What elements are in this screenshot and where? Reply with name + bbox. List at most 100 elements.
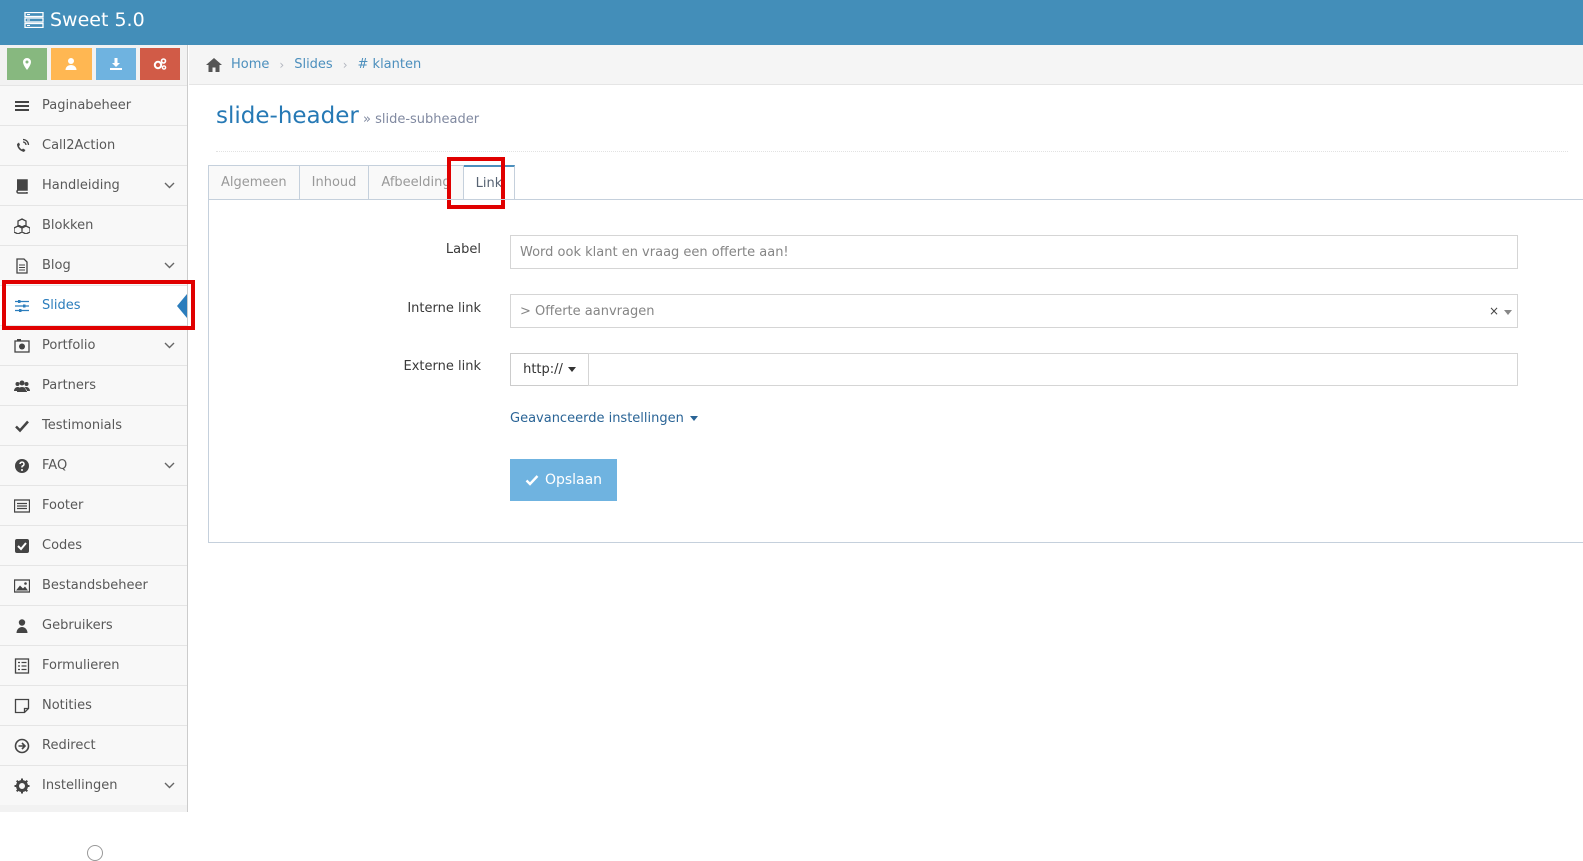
protocol-value: http:// [523, 362, 563, 377]
tab-inhoud[interactable]: Inhoud [299, 165, 370, 200]
sliders-icon [12, 296, 32, 316]
external-link-input[interactable] [588, 353, 1518, 386]
breadcrumb-slides[interactable]: Slides [294, 57, 333, 72]
sidebar-item-call2action[interactable]: Call2Action [0, 125, 187, 165]
sidebar-item-blokken[interactable]: Blokken [0, 205, 187, 245]
check-icon [525, 475, 539, 486]
sidebar-item-bestandsbeheer[interactable]: Bestandsbeheer [0, 565, 187, 605]
breadcrumb-home[interactable]: Home [231, 57, 269, 72]
download-icon [109, 58, 122, 70]
check-icon [12, 416, 32, 436]
list-form-icon [12, 656, 32, 676]
sidebar-item-redirect[interactable]: Redirect [0, 725, 187, 765]
arrow-circle-right-icon [12, 736, 32, 756]
internal-link-select[interactable]: > Offerte aanvragen × [510, 294, 1518, 328]
breadcrumb-separator: › [342, 57, 348, 72]
breadcrumb-separator: › [279, 57, 285, 72]
breadcrumb: Home › Slides › # klanten [189, 45, 1583, 85]
sidebar: Paginabeheer Call2Action Handleiding Blo… [0, 45, 188, 861]
sticky-note-icon [12, 696, 32, 716]
sidebar-item-gebruikers[interactable]: Gebruikers [0, 605, 187, 645]
sidebar-collapse-toggle[interactable] [87, 845, 103, 861]
sidebar-item-label: Slides [42, 298, 81, 313]
tab-algemeen[interactable]: Algemeen [208, 165, 300, 200]
external-link-label: Externe link [403, 359, 481, 374]
user-icon [65, 58, 77, 70]
tab-afbeelding[interactable]: Afbeelding [369, 165, 464, 200]
tab-link[interactable]: Link [463, 165, 516, 200]
chevron-down-icon [164, 182, 175, 189]
chevron-down-icon [164, 462, 175, 469]
sidebar-item-label: Paginabeheer [42, 98, 132, 113]
top-navbar: Sweet 5.0 [0, 0, 1583, 45]
sidebar-item-label: Blog [42, 258, 71, 273]
map-marker-icon [23, 58, 32, 70]
sidebar-item-slides[interactable]: Slides [0, 285, 187, 325]
page-subtitle: slide-subheader [375, 112, 480, 127]
sidebar-item-label: Instellingen [42, 778, 118, 793]
sidebar-item-handleiding[interactable]: Handleiding [0, 165, 187, 205]
sidebar-item-label: Testimonials [42, 418, 123, 433]
cubes-icon [12, 216, 32, 236]
sidebar-item-label: Bestandsbeheer [42, 578, 148, 593]
sidebar-item-label: Gebruikers [42, 618, 113, 633]
sidebar-item-formulieren[interactable]: Formulieren [0, 645, 187, 685]
sidebar-item-codes[interactable]: Codes [0, 525, 187, 565]
page-subtitle-separator: » [362, 112, 371, 127]
protocol-dropdown-button[interactable]: http:// [510, 353, 589, 386]
advanced-settings-toggle[interactable]: Geavanceerde instellingen [510, 411, 698, 426]
sidebar-item-partners[interactable]: Partners [0, 365, 187, 405]
caret-down-icon [567, 367, 576, 372]
image-icon [12, 576, 32, 596]
home-icon [206, 57, 222, 72]
page-title: slide-header [216, 103, 359, 129]
sidebar-item-paginabeheer[interactable]: Paginabeheer [0, 85, 187, 125]
chevron-down-icon [164, 782, 175, 789]
sidebar-item-instellingen[interactable]: Instellingen [0, 765, 187, 805]
save-button-label: Opslaan [544, 472, 603, 488]
check-square-icon [12, 536, 32, 556]
sidebar-item-label: Redirect [42, 738, 96, 753]
shortcut-user-button[interactable] [51, 48, 92, 80]
phone-volume-icon [12, 136, 32, 156]
sidebar-item-footer[interactable]: Footer [0, 485, 187, 525]
internal-link-selected: > Offerte aanvragen [520, 303, 655, 319]
sidebar-item-label: Portfolio [42, 338, 96, 353]
sidebar-item-notities[interactable]: Notities [0, 685, 187, 725]
sidebar-item-label: Codes [42, 538, 83, 553]
sidebar-item-testimonials[interactable]: Testimonials [0, 405, 187, 445]
shortcut-settings-button[interactable] [139, 48, 180, 80]
sidebar-item-label: Partners [42, 378, 97, 393]
clear-selection-icon[interactable]: × [1489, 304, 1499, 318]
sidebar-item-label: Footer [42, 498, 84, 513]
breadcrumb-current[interactable]: # klanten [358, 57, 422, 72]
sidebar-item-faq[interactable]: FAQ [0, 445, 187, 485]
label-input[interactable]: Word ook klant en vraag een offerte aan! [510, 235, 1518, 269]
save-button[interactable]: Opslaan [510, 459, 617, 501]
camera-icon [12, 336, 32, 356]
app-title: Sweet 5.0 [50, 9, 145, 31]
sidebar-item-label: Notities [42, 698, 92, 713]
tab-bar: Algemeen Inhoud Afbeelding Link [208, 165, 516, 200]
user-icon [12, 616, 32, 636]
sidebar-shortcuts [0, 45, 187, 85]
page-header: slide-header » slide-subheader [216, 103, 1568, 152]
label-field-label: Label [445, 242, 481, 257]
internal-link-label: Interne link [407, 301, 481, 316]
server-icon [24, 12, 44, 28]
shortcut-location-button[interactable] [7, 48, 48, 80]
sidebar-item-blog[interactable]: Blog [0, 245, 187, 285]
brand[interactable]: Sweet 5.0 [24, 9, 145, 31]
chevron-down-icon [164, 262, 175, 269]
sidebar-item-label: Call2Action [42, 138, 116, 153]
file-text-icon [12, 256, 32, 276]
sidebar-item-label: Formulieren [42, 658, 120, 673]
book-icon [12, 176, 32, 196]
select-caret-icon[interactable] [1504, 310, 1512, 315]
question-circle-icon [12, 456, 32, 476]
cog-icon [12, 776, 32, 796]
sidebar-item-label: Blokken [42, 218, 94, 233]
sidebar-item-portfolio[interactable]: Portfolio [0, 325, 187, 365]
shortcut-download-button[interactable] [95, 48, 136, 80]
bars-icon [12, 96, 32, 116]
